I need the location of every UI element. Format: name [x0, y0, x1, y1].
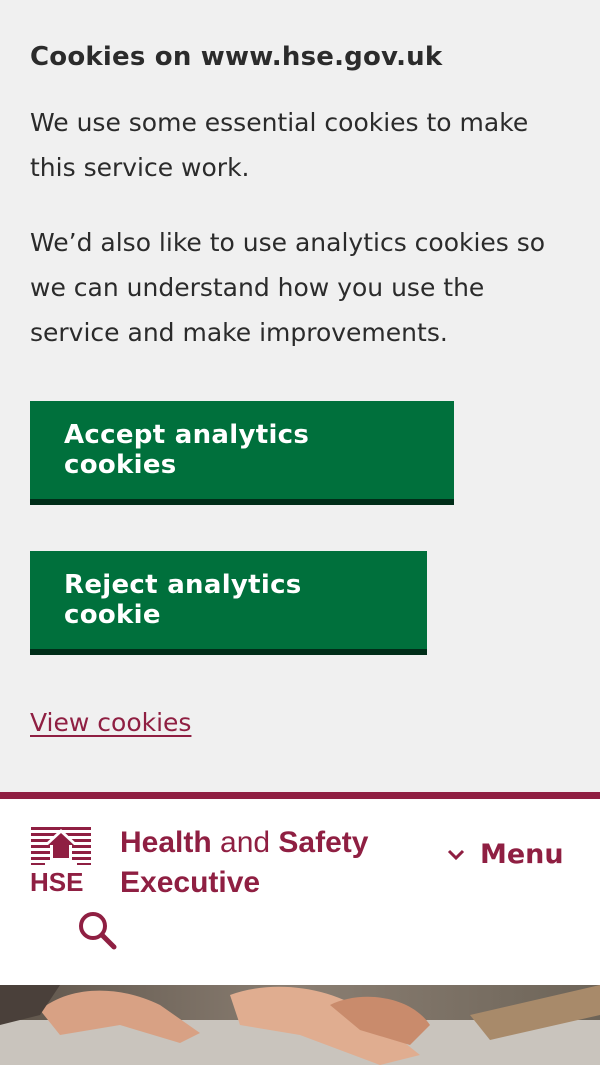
- search-button[interactable]: [76, 909, 120, 953]
- cookie-essential-text: We use some essential cookies to make th…: [30, 108, 529, 182]
- site-header: HSE Health and Safety Executive Menu: [0, 799, 600, 985]
- header-top-border: [0, 792, 600, 799]
- search-icon: [79, 912, 117, 950]
- organisation-name: Health and Safety Executive: [120, 823, 368, 903]
- cookie-banner-title: Cookies on www.hse.gov.uk: [30, 42, 443, 72]
- org-name-executive: Executive: [120, 866, 261, 899]
- hse-logo-icon: HSE: [30, 827, 91, 897]
- hero-photo: [0, 985, 600, 1065]
- cookie-analytics-text: We’d also like to use analytics cookies …: [30, 228, 546, 347]
- chevron-down-icon: [447, 849, 465, 860]
- hero-image: [0, 985, 600, 1065]
- view-cookies-link[interactable]: View cookies: [30, 708, 191, 737]
- org-name-and: and: [211, 826, 279, 859]
- org-name-health: Health: [120, 826, 212, 859]
- accept-analytics-cookies-button[interactable]: Accept analytics cookies: [30, 401, 454, 499]
- org-name-safety: Safety: [278, 826, 369, 859]
- cookie-banner: Cookies on www.hse.gov.uk We use some es…: [0, 0, 600, 792]
- menu-button[interactable]: Menu: [444, 839, 564, 870]
- hse-logo[interactable]: HSE: [29, 825, 95, 897]
- hse-logo-letters: HSE: [30, 867, 83, 893]
- reject-analytics-cookies-button[interactable]: Reject analytics cookie: [30, 551, 427, 649]
- menu-label: Menu: [480, 839, 564, 870]
